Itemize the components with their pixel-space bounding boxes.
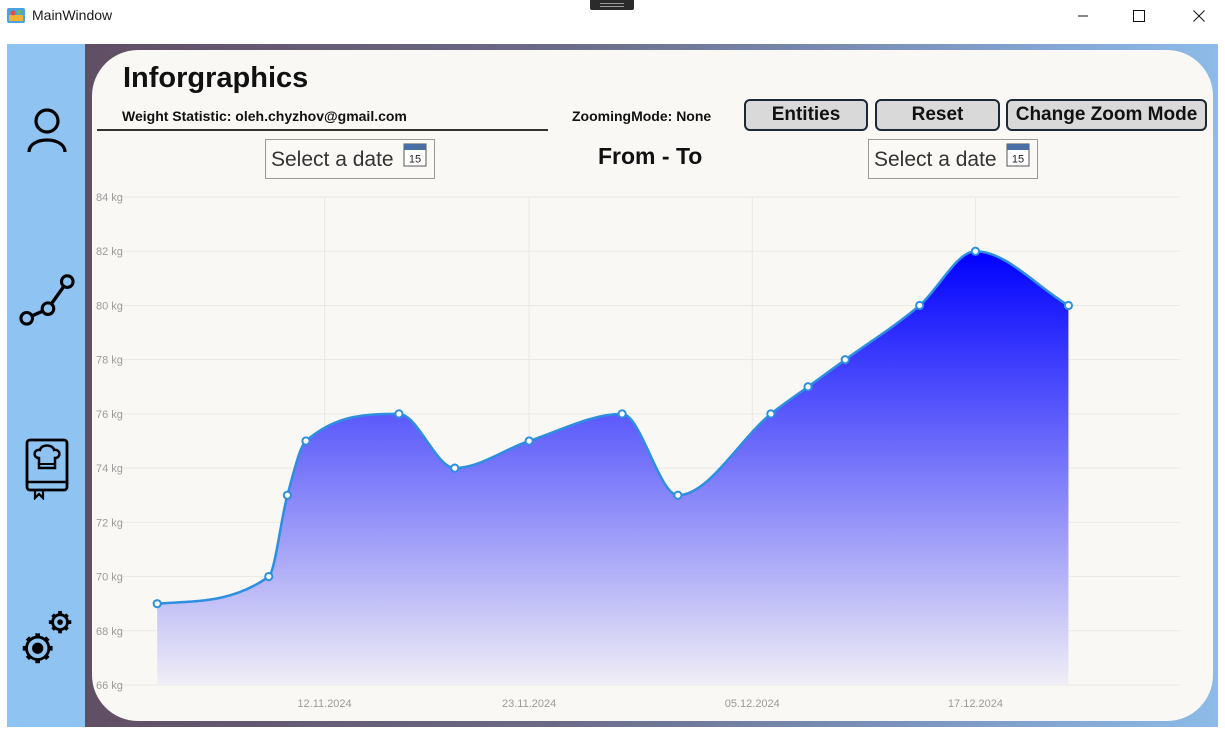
y-tick-label: 74 kg bbox=[96, 463, 123, 475]
data-point[interactable] bbox=[1063, 300, 1074, 311]
y-tick-label: 72 kg bbox=[96, 517, 123, 529]
y-axis: 66 kg 68 kg 70 kg 72 kg 74 kg 76 kg 78 kg 80 kg… bbox=[96, 192, 123, 692]
data-point[interactable] bbox=[617, 409, 627, 419]
y-tick-label: 68 kg bbox=[96, 626, 123, 638]
y-tick-label: 70 kg bbox=[96, 572, 123, 584]
weight-chart[interactable]: 66 kg 68 kg 70 kg 72 kg 74 kg 76 kg 78 kg 80 kg… bbox=[0, 0, 1225, 729]
data-point[interactable] bbox=[282, 490, 292, 500]
data-point[interactable] bbox=[264, 571, 274, 582]
x-tick-label: 12.11.2024 bbox=[297, 698, 351, 710]
x-axis: 12.11.2024 23.11.2024 05.12.2024 17.12.2024 bbox=[297, 698, 1003, 710]
data-point[interactable] bbox=[970, 246, 981, 256]
data-point[interactable] bbox=[766, 409, 776, 419]
data-point[interactable] bbox=[673, 490, 683, 500]
x-tick-label: 23.11.2024 bbox=[502, 698, 556, 710]
y-tick-label: 80 kg bbox=[96, 300, 123, 312]
y-tick-label: 66 kg bbox=[96, 680, 123, 692]
y-tick-label: 84 kg bbox=[96, 192, 123, 204]
data-point[interactable] bbox=[152, 599, 162, 609]
x-tick-label: 17.12.2024 bbox=[948, 698, 1003, 710]
data-point[interactable] bbox=[524, 436, 534, 446]
y-tick-label: 76 kg bbox=[96, 409, 123, 421]
data-point[interactable] bbox=[394, 409, 404, 419]
x-tick-label: 05.12.2024 bbox=[725, 698, 780, 710]
data-point[interactable] bbox=[301, 436, 311, 446]
data-point[interactable] bbox=[915, 300, 925, 311]
y-tick-label: 78 kg bbox=[96, 355, 123, 367]
data-point[interactable] bbox=[450, 463, 460, 473]
data-point[interactable] bbox=[840, 355, 850, 365]
y-tick-label: 82 kg bbox=[96, 246, 123, 258]
data-point[interactable] bbox=[803, 382, 813, 392]
